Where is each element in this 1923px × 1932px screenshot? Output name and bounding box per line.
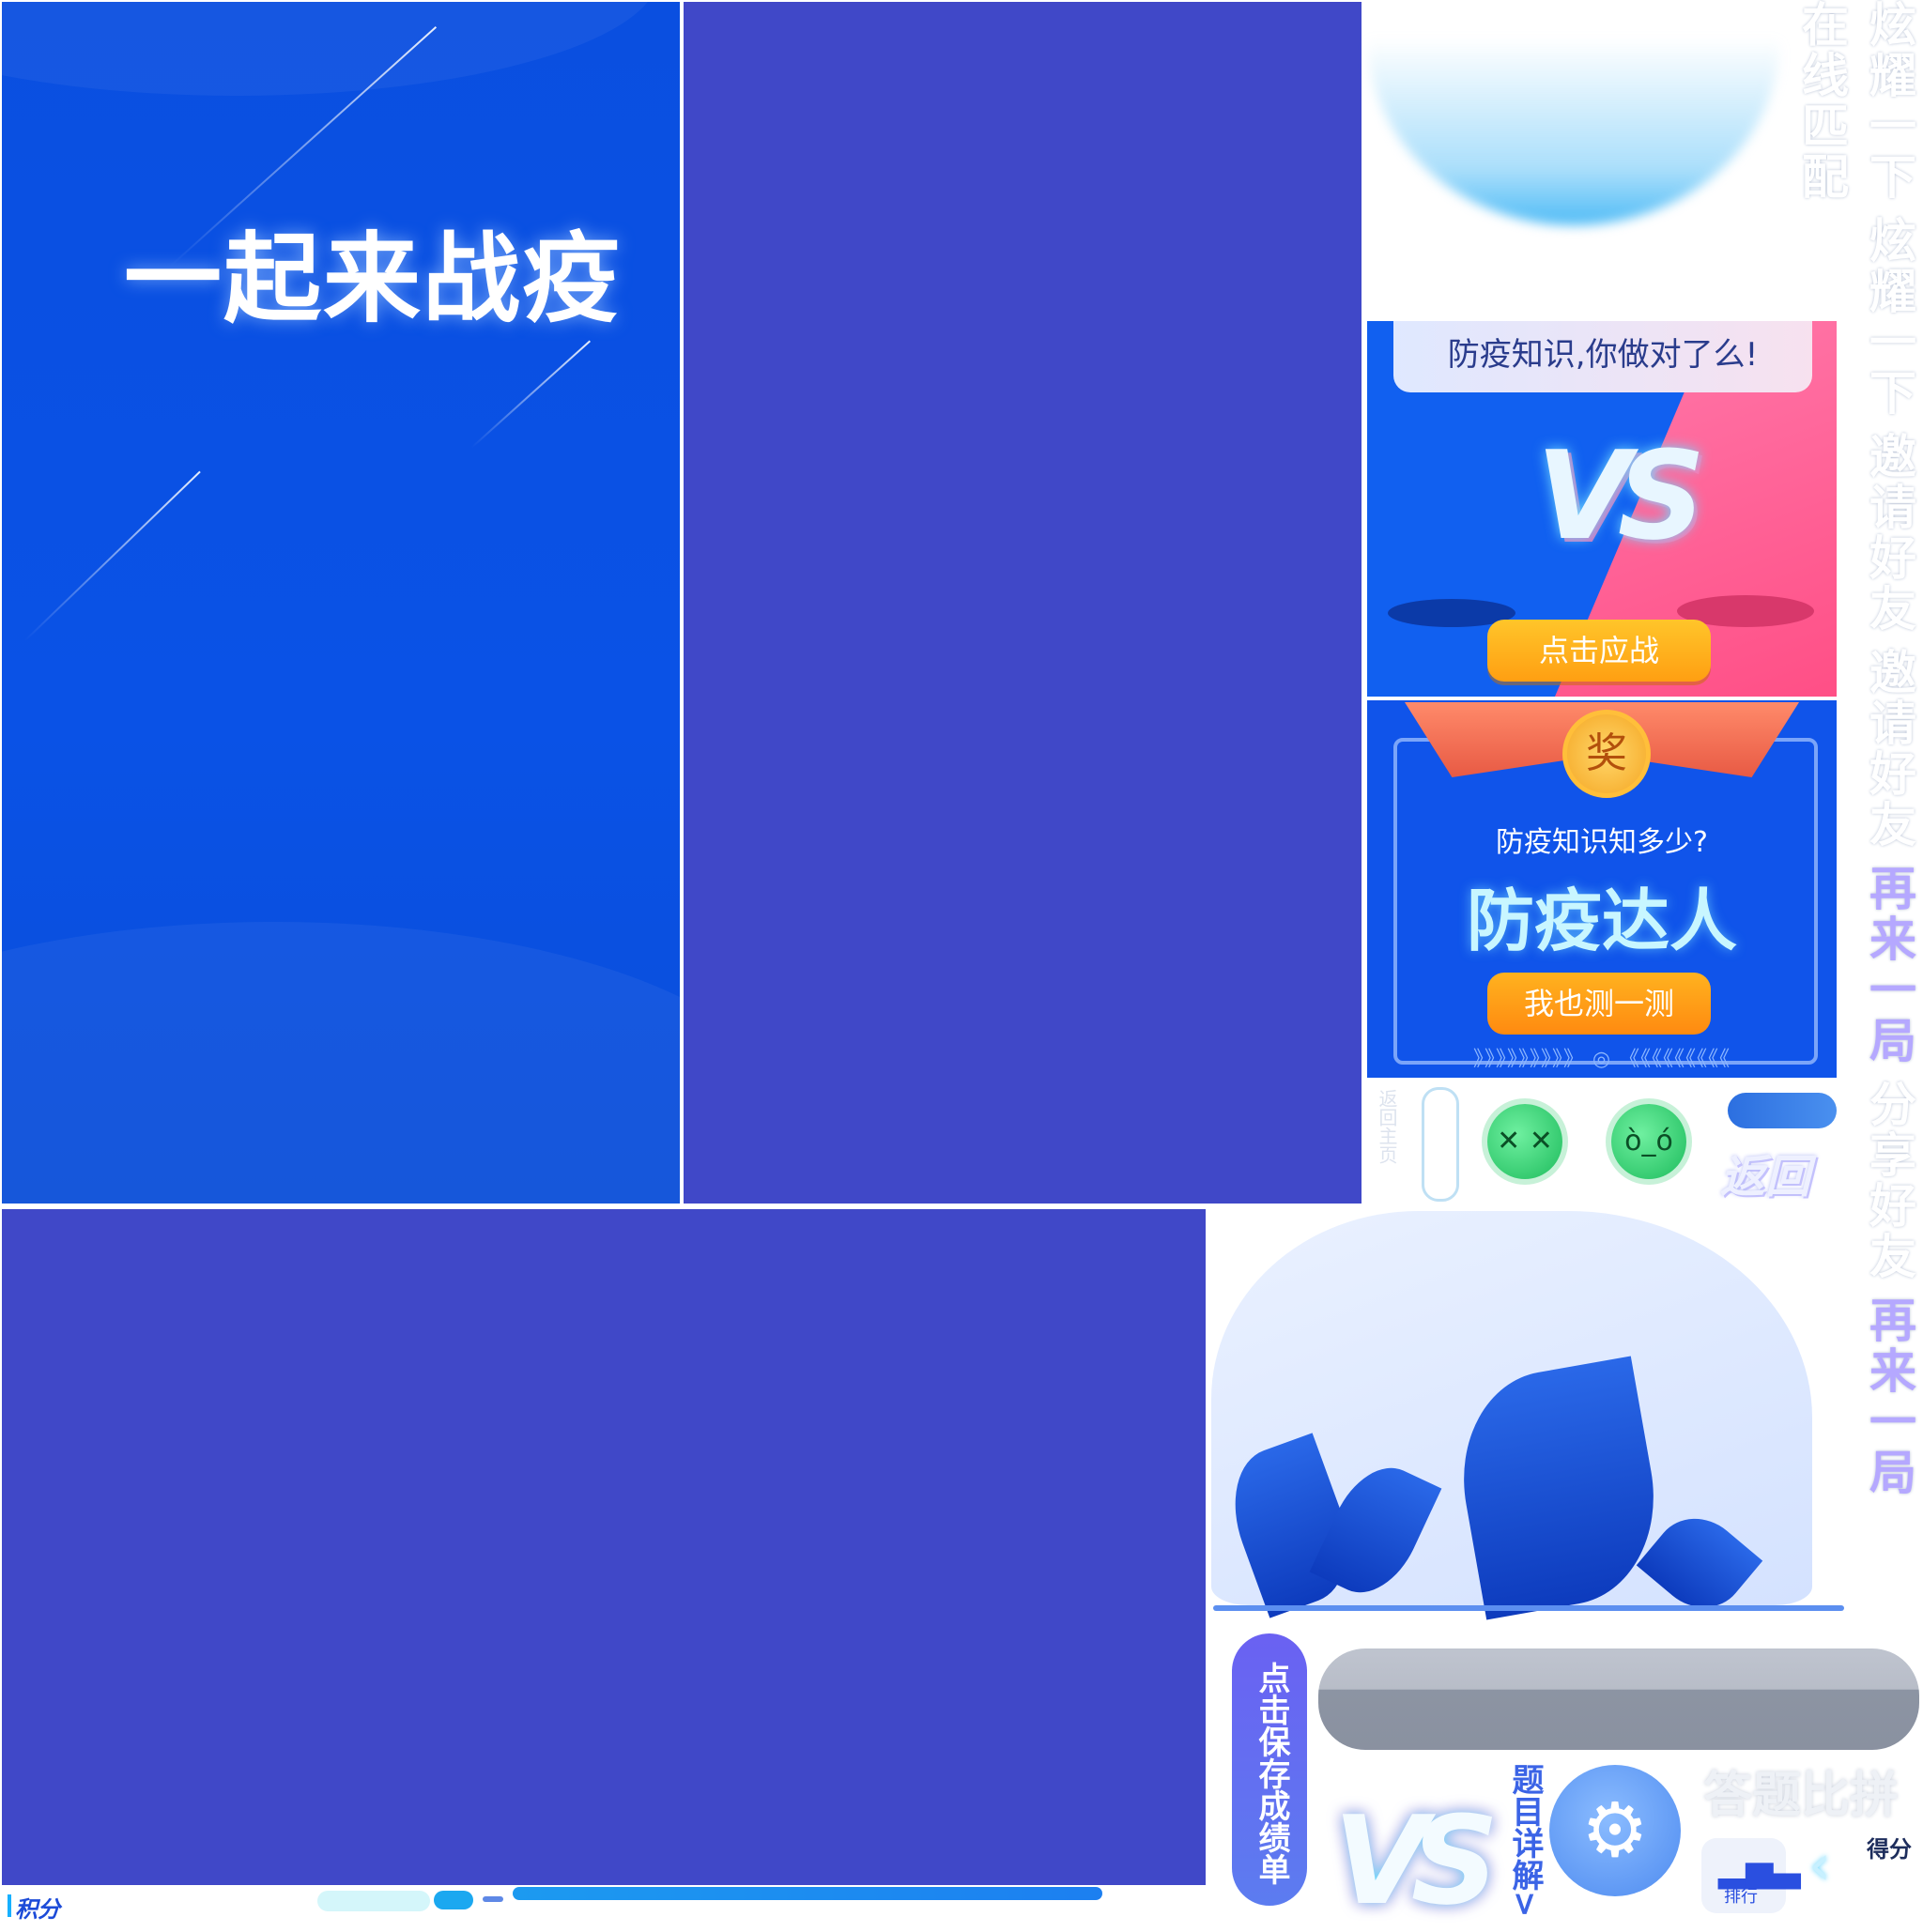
vs-challenge-card: 防疫知识,你做对了么! VS 点击应战 [1367, 321, 1837, 697]
back-home-label[interactable]: 返回主页 [1376, 1089, 1401, 1192]
virus-dizzy-icon: ✕ ✕ [1487, 1104, 1562, 1179]
virus-angry-icon: ò_ó [1611, 1104, 1686, 1179]
placeholder-panel [684, 2, 1361, 1204]
take-test-button[interactable]: 我也测一测 [1487, 973, 1711, 1035]
medal-icon: 奖 [1562, 710, 1651, 798]
vertical-button-label[interactable]: 再来一局 [1855, 864, 1923, 1066]
vertical-button-label[interactable]: 再来一局 [1855, 1296, 1923, 1498]
quiz-battle-title: 答题比拼 [1703, 1768, 1900, 1824]
background-wave [2, 2, 659, 96]
button-label-column: 炫耀一下炫耀一下邀请好友邀请好友再来一局分享好友再来一局在线匹配 [1794, 0, 1923, 1652]
award-question: 防疫知识知多少? [1496, 826, 1708, 859]
chevron-decoration: 》》》》》》》》》 ◎ 《《《《《《《《《 [1472, 1048, 1731, 1071]
vertical-button-label[interactable]: 邀请好友 [1855, 432, 1923, 635]
vertical-button-label[interactable]: 邀请好友 [1855, 648, 1923, 851]
award-title: 防疫达人 [1466, 882, 1737, 960]
vs-logo: VS [1536, 424, 1705, 567]
background-wave [2, 922, 680, 1204]
strip-pill [317, 1891, 430, 1911]
progress-track [1318, 1648, 1919, 1750]
rank-label: 排行 [1724, 1887, 1758, 1907]
points-label: 积分 [15, 1896, 60, 1923]
vertical-button-label[interactable]: 在线匹配 [1788, 0, 1855, 203]
vertical-button-label[interactable]: 炫耀一下 [1855, 216, 1923, 419]
back-button[interactable]: 返回 [1720, 1140, 1810, 1205]
score-label: 得分 [1867, 1836, 1912, 1863]
chevron-left-icon[interactable]: ‹ [1808, 1832, 1831, 1898]
meteor-streak [23, 470, 201, 642]
placeholder-panel [2, 1209, 1206, 1885]
poster-title: 一起来战疫 [124, 222, 623, 336]
gear-icon[interactable]: ⚙ [1549, 1765, 1681, 1896]
accept-challenge-button[interactable]: 点击应战 [1487, 620, 1711, 682]
award-card: 奖 防疫知识知多少? 防疫达人 我也测一测 》》》》》》》》》 ◎ 《《《《《《… [1367, 700, 1837, 1078]
strip-pill [434, 1891, 473, 1909]
blue-pill-button[interactable] [1728, 1093, 1837, 1128]
ground-line [1213, 1605, 1844, 1611]
vs-neon-logo: VS [1333, 1789, 1499, 1932]
points-marker [8, 1894, 11, 1917]
question-detail-link[interactable]: 题目详解> [1502, 1763, 1548, 1918]
vertical-button-label[interactable]: 分享好友 [1855, 1080, 1923, 1282]
strip-pill [483, 1896, 503, 1902]
vertical-button-label[interactable]: 炫耀一下 [1855, 0, 1923, 203]
pill-outline [1422, 1087, 1459, 1202]
glow-arc [1367, 38, 1780, 225]
strip-progress-bar [513, 1887, 1102, 1900]
save-scorecard-label: 点击保存成绩单 [1253, 1662, 1290, 1885]
vs-banner: 防疫知识,你做对了么! [1393, 321, 1812, 392]
meteor-streak [470, 340, 592, 449]
poster-panel: 一起来战疫 [2, 2, 680, 1204]
